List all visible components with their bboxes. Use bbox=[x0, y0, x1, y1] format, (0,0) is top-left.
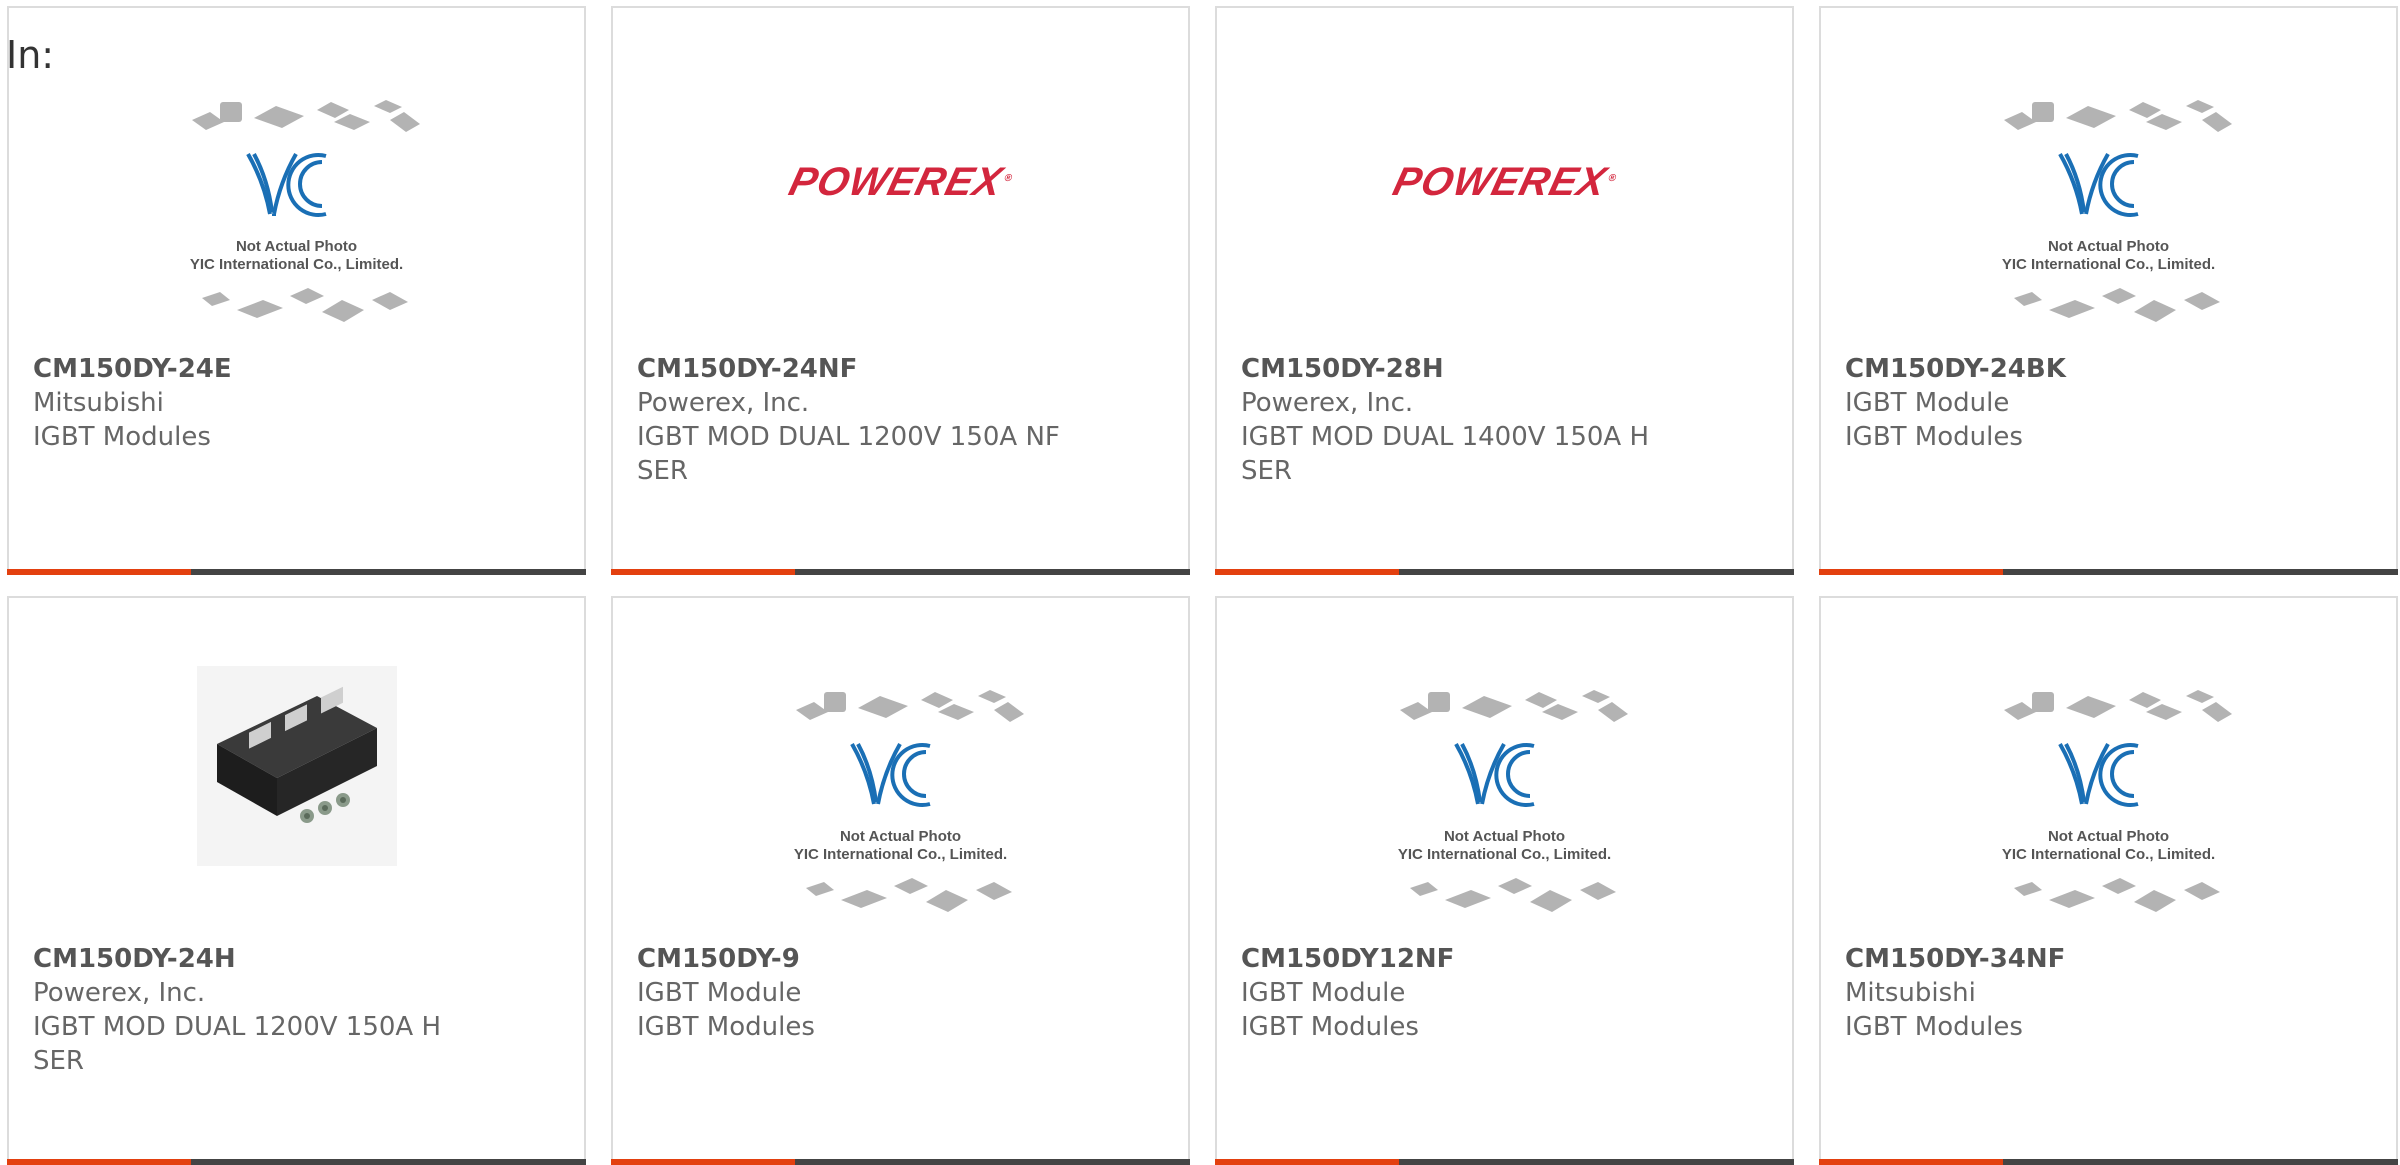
card-accent-bar bbox=[1215, 569, 1399, 575]
product-image-powerex-logo: POWEREX® bbox=[613, 8, 1188, 348]
product-description: IGBT Modules bbox=[1845, 422, 2023, 452]
part-number[interactable]: CM150DY-24H bbox=[33, 942, 553, 976]
card-footer-bar bbox=[1819, 569, 2398, 575]
product-card[interactable]: Not Actual Photo YIC International Co., … bbox=[1819, 6, 2398, 575]
manufacturer: Powerex, Inc. bbox=[33, 978, 206, 1008]
igbt-module-photo bbox=[196, 666, 397, 866]
card-footer-bar bbox=[611, 1159, 1190, 1165]
card-footer-bar bbox=[7, 1159, 586, 1165]
product-card[interactable]: POWEREX® CM150DY-28H Powerex, Inc. IGBT … bbox=[1215, 6, 1794, 575]
yic-placeholder-art bbox=[2003, 690, 2232, 912]
part-number[interactable]: CM150DY-24E bbox=[33, 352, 553, 386]
manufacturer: Mitsubishi bbox=[1845, 978, 1976, 1008]
product-image-yic-placeholder: Not Actual Photo YIC International Co., … bbox=[9, 8, 584, 348]
product-meta: CM150DY-28H Powerex, Inc. IGBT MOD DUAL … bbox=[1241, 352, 1761, 488]
registered-mark: ® bbox=[1606, 172, 1618, 184]
product-card[interactable]: Not Actual Photo YIC International Co., … bbox=[611, 596, 1190, 1165]
manufacturer: Powerex, Inc. bbox=[1241, 388, 1414, 418]
product-meta: CM150DY-24BK IGBT Module IGBT Modules bbox=[1845, 352, 2365, 454]
card-footer-bar bbox=[1819, 1159, 2398, 1165]
product-card[interactable]: Not Actual Photo YIC International Co., … bbox=[7, 6, 586, 575]
part-number[interactable]: CM150DY-9 bbox=[637, 942, 1157, 976]
registered-mark: ® bbox=[1002, 172, 1014, 184]
product-meta: CM150DY-34NF Mitsubishi IGBT Modules bbox=[1845, 942, 2365, 1044]
product-meta: CM150DY-24E Mitsubishi IGBT Modules bbox=[33, 352, 553, 454]
product-card[interactable]: Not Actual Photo YIC International Co., … bbox=[1215, 596, 1794, 1165]
part-number[interactable]: CM150DY-24NF bbox=[637, 352, 1157, 386]
card-footer-bar bbox=[611, 569, 1190, 575]
placeholder-caption-1: Not Actual Photo bbox=[2047, 828, 2170, 845]
placeholder-caption-1: Not Actual Photo bbox=[235, 238, 358, 255]
product-description: IGBT MOD DUAL 1400V 150A H SER bbox=[1241, 422, 1650, 486]
placeholder-caption-1: Not Actual Photo bbox=[1443, 828, 1566, 845]
card-accent-bar bbox=[7, 569, 191, 575]
product-description: IGBT Modules bbox=[637, 1012, 815, 1042]
part-number[interactable]: CM150DY12NF bbox=[1241, 942, 1761, 976]
card-accent-bar bbox=[1819, 1159, 2003, 1165]
product-image-module-photo bbox=[9, 598, 584, 938]
part-number[interactable]: CM150DY-24BK bbox=[1845, 352, 2365, 386]
product-meta: CM150DY12NF IGBT Module IGBT Modules bbox=[1241, 942, 1761, 1044]
placeholder-caption-1: Not Actual Photo bbox=[839, 828, 962, 845]
yic-placeholder-art bbox=[795, 690, 1024, 912]
product-card[interactable]: CM150DY-24H Powerex, Inc. IGBT MOD DUAL … bbox=[7, 596, 586, 1165]
placeholder-caption-2: YIC International Co., Limited. bbox=[2001, 256, 2216, 273]
part-number[interactable]: CM150DY-34NF bbox=[1845, 942, 2365, 976]
card-accent-bar bbox=[611, 1159, 795, 1165]
product-meta: CM150DY-9 IGBT Module IGBT Modules bbox=[637, 942, 1157, 1044]
card-accent-bar bbox=[7, 1159, 191, 1165]
yic-placeholder-art bbox=[1399, 690, 1628, 912]
product-meta: CM150DY-24H Powerex, Inc. IGBT MOD DUAL … bbox=[33, 942, 553, 1078]
product-description: IGBT Modules bbox=[1845, 1012, 2023, 1042]
product-image-yic-placeholder: Not Actual Photo YIC International Co., … bbox=[613, 598, 1188, 938]
placeholder-caption-2: YIC International Co., Limited. bbox=[189, 256, 404, 273]
product-description: IGBT MOD DUAL 1200V 150A H SER bbox=[33, 1012, 442, 1076]
product-image-yic-placeholder: Not Actual Photo YIC International Co., … bbox=[1821, 8, 2396, 348]
card-accent-bar bbox=[1215, 1159, 1399, 1165]
card-accent-bar bbox=[1819, 569, 2003, 575]
product-description: IGBT MOD DUAL 1200V 150A NF SER bbox=[637, 422, 1060, 486]
placeholder-caption-2: YIC International Co., Limited. bbox=[2001, 846, 2216, 863]
powerex-logo: POWEREX® bbox=[1388, 160, 1621, 205]
manufacturer: IGBT Module bbox=[1241, 978, 1406, 1008]
filter-label: In: bbox=[6, 33, 55, 77]
card-accent-bar bbox=[611, 569, 795, 575]
manufacturer: IGBT Module bbox=[1845, 388, 2010, 418]
card-footer-bar bbox=[7, 569, 586, 575]
card-footer-bar bbox=[1215, 569, 1794, 575]
product-description: IGBT Modules bbox=[1241, 1012, 1419, 1042]
product-image-powerex-logo: POWEREX® bbox=[1217, 8, 1792, 348]
product-description: IGBT Modules bbox=[33, 422, 211, 452]
yic-placeholder-art bbox=[2003, 100, 2232, 322]
product-meta: CM150DY-24NF Powerex, Inc. IGBT MOD DUAL… bbox=[637, 352, 1157, 488]
product-image-yic-placeholder: Not Actual Photo YIC International Co., … bbox=[1217, 598, 1792, 938]
card-footer-bar bbox=[1215, 1159, 1794, 1165]
product-card[interactable]: Not Actual Photo YIC International Co., … bbox=[1819, 596, 2398, 1165]
manufacturer: Powerex, Inc. bbox=[637, 388, 810, 418]
powerex-logo-text: POWEREX bbox=[1388, 160, 1611, 204]
manufacturer: Mitsubishi bbox=[33, 388, 164, 418]
yic-placeholder-art bbox=[191, 100, 420, 322]
product-card[interactable]: POWEREX® CM150DY-24NF Powerex, Inc. IGBT… bbox=[611, 6, 1190, 575]
powerex-logo-text: POWEREX bbox=[784, 160, 1007, 204]
part-number[interactable]: CM150DY-28H bbox=[1241, 352, 1761, 386]
placeholder-caption-1: Not Actual Photo bbox=[2047, 238, 2170, 255]
manufacturer: IGBT Module bbox=[637, 978, 802, 1008]
powerex-logo: POWEREX® bbox=[784, 160, 1017, 205]
placeholder-caption-2: YIC International Co., Limited. bbox=[793, 846, 1008, 863]
placeholder-caption-2: YIC International Co., Limited. bbox=[1397, 846, 1612, 863]
product-image-yic-placeholder: Not Actual Photo YIC International Co., … bbox=[1821, 598, 2396, 938]
